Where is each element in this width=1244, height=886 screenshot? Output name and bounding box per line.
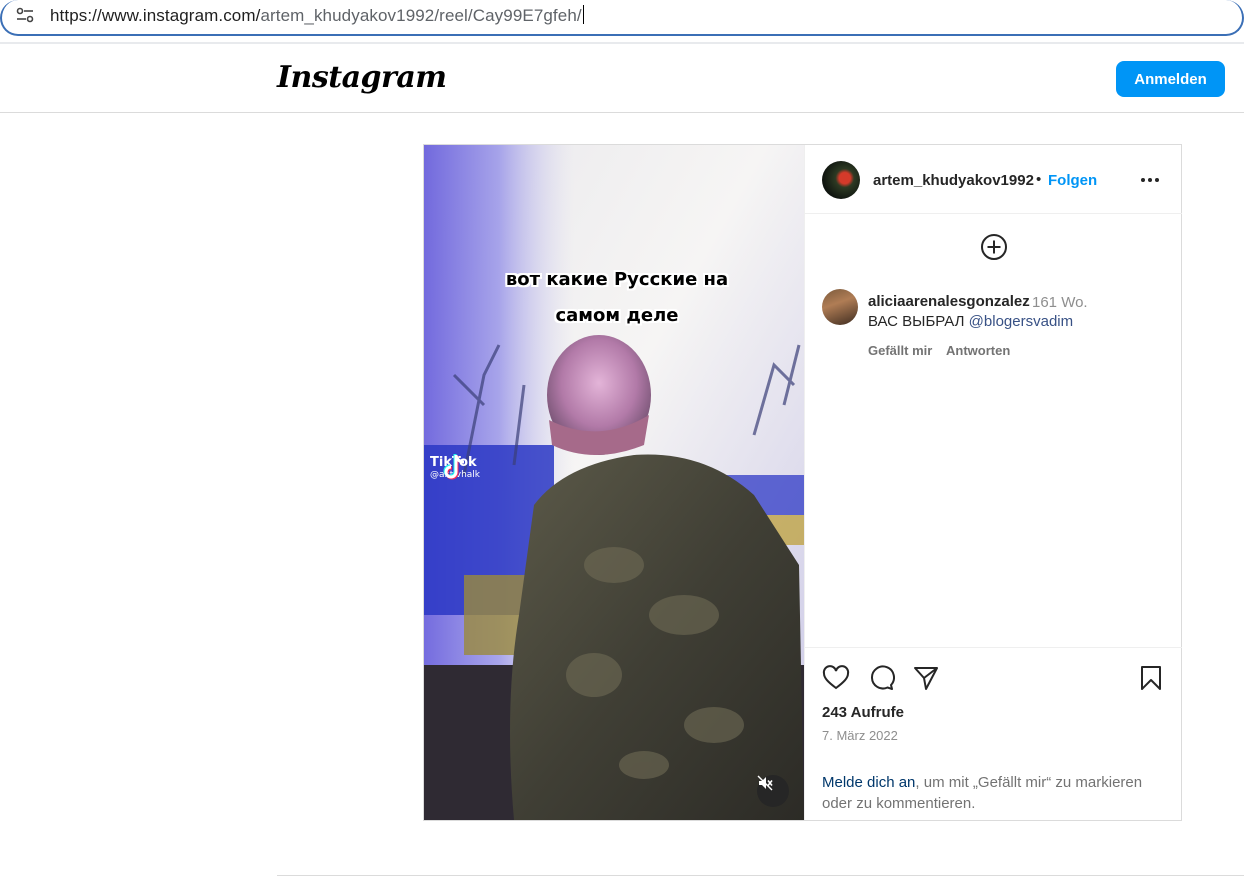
comment-mention[interactable]: @blogersvadim: [969, 313, 1073, 330]
comment-time[interactable]: 161 Wo.: [1032, 294, 1088, 311]
comment-icon[interactable]: [867, 664, 895, 692]
url-path: artem_khudyakov1992/reel/Cay99E7gfeh/: [260, 6, 582, 25]
site-header: Instagram Anmelden: [0, 44, 1244, 113]
commenter-username[interactable]: aliciaarenalesgonzalez: [868, 293, 1030, 310]
owner-avatar[interactable]: [822, 161, 860, 199]
login-link[interactable]: Melde dich an: [822, 774, 915, 791]
post-actions: 243 Aufrufe 7. März 2022 Melde dich an, …: [805, 647, 1182, 820]
footer-divider: [277, 875, 1244, 876]
commenter-avatar[interactable]: [822, 289, 858, 325]
tiktok-logo-icon: [443, 454, 465, 480]
video-caption-overlay: вот какие Русские на самом деле: [505, 269, 729, 326]
comment-text: ВАС ВЫБРАЛ @blogersvadim: [868, 313, 1073, 330]
login-prompt: Melde dich an, um mit „Gefällt mir“ zu m…: [822, 772, 1172, 814]
text-caret: [582, 5, 584, 24]
mute-button[interactable]: [757, 775, 789, 807]
video-frame: [424, 145, 804, 820]
heart-icon[interactable]: [822, 664, 850, 692]
comment-body: ВАС ВЫБРАЛ: [868, 313, 969, 330]
tune-icon[interactable]: [16, 7, 34, 23]
plus-circle-icon[interactable]: [980, 233, 1008, 261]
comment-reply-button[interactable]: Antworten: [946, 343, 1010, 358]
reel-video[interactable]: вот какие Русские на самом деле TikTok @…: [424, 145, 804, 820]
more-horizontal-icon[interactable]: [1139, 169, 1161, 191]
tiktok-watermark: TikTok @aktivhalk: [430, 453, 480, 480]
post-sidebar: artem_khudyakov1992 • Folgen aliciaarena…: [804, 145, 1182, 820]
separator-dot: •: [1036, 171, 1042, 188]
comment-like-button[interactable]: Gefällt mir: [868, 343, 932, 358]
address-bar[interactable]: https://www.instagram.com/artem_khudyako…: [0, 0, 1244, 36]
bookmark-icon[interactable]: [1137, 664, 1165, 692]
login-button[interactable]: Anmelden: [1116, 61, 1225, 97]
share-icon[interactable]: [912, 664, 940, 692]
owner-username[interactable]: artem_khudyakov1992: [873, 172, 1034, 189]
view-count: 243 Aufrufe: [822, 704, 904, 721]
post-header: artem_khudyakov1992 • Folgen: [805, 145, 1182, 214]
url-text[interactable]: https://www.instagram.com/artem_khudyako…: [50, 5, 584, 26]
post-card: вот какие Русские на самом деле TikTok @…: [423, 144, 1182, 821]
post-date[interactable]: 7. März 2022: [822, 728, 898, 743]
url-host: https://www.instagram.com/: [50, 6, 261, 25]
follow-button[interactable]: Folgen: [1048, 172, 1097, 189]
speaker-muted-icon: [757, 775, 773, 791]
instagram-logo[interactable]: Instagram: [277, 60, 447, 95]
